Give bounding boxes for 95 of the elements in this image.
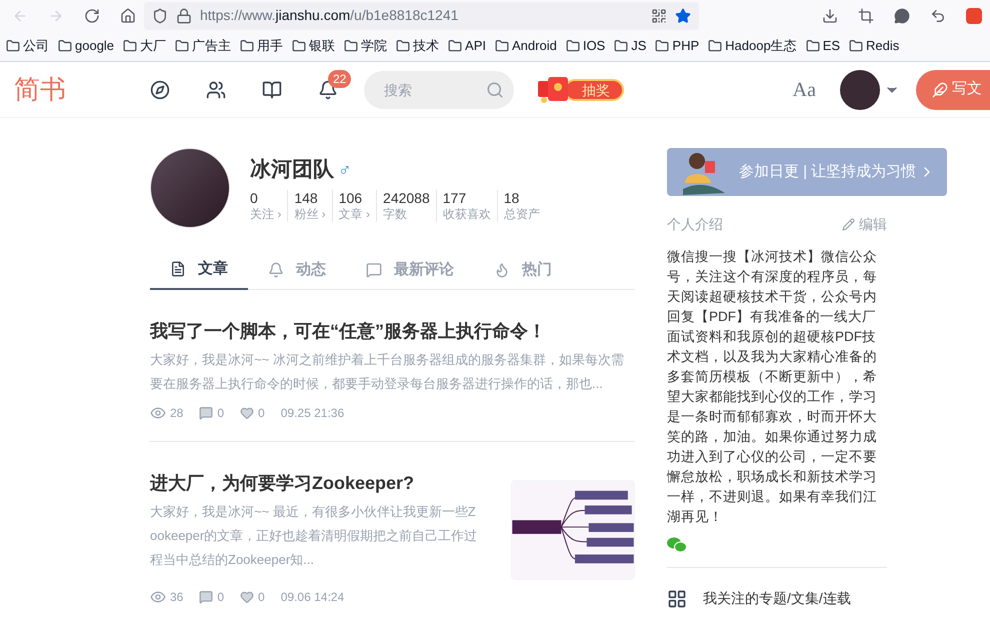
article-title[interactable]: 进大厂，为何要学习Zookeeper? xyxy=(150,472,481,494)
comment-count: 0 xyxy=(217,589,224,606)
users-icon[interactable] xyxy=(206,80,226,100)
heart-icon xyxy=(240,406,254,420)
compass-icon[interactable] xyxy=(150,80,170,100)
shield-icon[interactable] xyxy=(152,8,168,24)
wechat-icon[interactable] xyxy=(667,537,687,553)
pencil-icon[interactable] xyxy=(842,218,855,231)
eye-icon xyxy=(150,589,166,605)
folder-icon xyxy=(806,39,820,53)
folder-icon xyxy=(175,39,190,53)
undo-icon[interactable] xyxy=(930,8,946,24)
folder-icon xyxy=(614,39,628,53)
url-text: https://www.jianshu.com/u/b1e8818c1241 xyxy=(200,6,458,25)
bookmark-item[interactable]: IOS xyxy=(566,36,606,56)
folder-icon xyxy=(344,39,358,53)
like-count: 0 xyxy=(258,589,265,606)
star-icon[interactable] xyxy=(675,8,691,24)
view-count: 28 xyxy=(170,405,184,422)
lock-icon xyxy=(176,8,192,24)
profile-tab[interactable]: 文章 xyxy=(150,250,248,290)
stat-value: 18 xyxy=(504,190,520,206)
folder-icon xyxy=(292,39,306,53)
like-count: 0 xyxy=(258,405,265,422)
banner-text: 参加日更 | 让坚持成为习惯 xyxy=(739,162,916,182)
notification-badge: 22 xyxy=(328,70,352,88)
home-icon[interactable] xyxy=(120,8,136,24)
stat-value: 148 xyxy=(294,190,319,206)
folder-icon xyxy=(495,39,510,53)
article-summary: 大家好，我是冰河~~ 最近，有很多小伙伴让我更新一些Zookeeper的文章，正好也趁着清明假期把之前自己工作过程当中总结的Zookeeper知... xyxy=(150,503,478,569)
chat-icon[interactable] xyxy=(894,8,910,24)
bookmark-item[interactable]: Hadoop生态 xyxy=(708,36,797,56)
heart-icon xyxy=(240,590,254,604)
reload-icon[interactable] xyxy=(84,8,100,24)
publish-time: 09.06 14:24 xyxy=(280,589,344,606)
bookmark-item[interactable]: 银联 xyxy=(292,36,336,56)
stat-value: 0 xyxy=(250,190,259,206)
bookmark-item[interactable]: API xyxy=(448,36,486,56)
extension-icon[interactable] xyxy=(966,8,982,24)
stat-label: 总资产 xyxy=(504,206,540,222)
bookmark-item[interactable]: ES xyxy=(806,36,840,56)
folder-icon xyxy=(396,39,410,53)
comment-icon xyxy=(199,590,214,604)
folder-icon xyxy=(58,39,72,53)
bookmark-item[interactable]: Android xyxy=(495,36,557,56)
folder-icon xyxy=(708,39,722,53)
bookmark-item[interactable]: 技术 xyxy=(396,36,440,56)
bookmark-item[interactable]: 广告主 xyxy=(175,36,232,56)
bookmark-item[interactable]: JS xyxy=(614,36,646,56)
bell-icon xyxy=(268,262,284,278)
view-count: 36 xyxy=(170,589,184,606)
search-field[interactable]: 搜索 xyxy=(364,70,514,108)
folder-icon xyxy=(849,39,864,53)
bookmark-item[interactable]: 大厂 xyxy=(123,36,166,56)
crop-icon[interactable] xyxy=(858,8,874,24)
folder-icon xyxy=(448,39,462,53)
article-summary: 大家好，我是冰河~~ 冰河之前维护着上千台服务器组成的服务器集群，如果每次需要在服务器上执行命令的时候，都要手动登录每台服务器进行操作的话，那也... xyxy=(150,351,625,393)
stat-value: 242088 xyxy=(383,190,430,206)
download-icon[interactable] xyxy=(822,8,838,24)
intro-text: 微信搜一搜【冰河技术】微信公众号，关注这个有深度的程序员，每天阅读超硬核技术干货，公众号内回复【PDF】有我准备的一线大厂面试资料和我原创的超硬核PDF技术文档，以及我为大家精心准备的多套简历模板（不断更新中），希望大家都能找到心仪的工作，学习是一条时而郁郁寡欢，时而开怀大笑的路，加油。如果你通过努力成功进入到了心仪的公司，一定不要懈怠放松，职场成长和新技术学习一样，不进则退。如果有幸我们江湖再见！ xyxy=(667,248,878,526)
gender-mark: ♂ xyxy=(338,158,352,182)
folder-icon xyxy=(123,39,138,53)
stat-value: 106 xyxy=(338,190,364,206)
comment-icon xyxy=(199,406,214,420)
stat-value: 177 xyxy=(442,190,468,206)
document-icon xyxy=(170,261,186,277)
stat-label: 收获喜欢 xyxy=(442,206,491,222)
folder-icon xyxy=(6,39,20,53)
eye-icon xyxy=(150,405,166,421)
subscriptions-link[interactable]: 我关注的专题/文集/连载 xyxy=(703,588,851,609)
user-avatar[interactable] xyxy=(840,70,880,110)
font-size-toggle[interactable]: Aa xyxy=(792,74,816,104)
bookmark-item[interactable]: google xyxy=(58,36,114,56)
feather-icon xyxy=(932,82,948,98)
bookmark-item[interactable]: 学院 xyxy=(344,36,388,56)
user-name: 冰河团队 xyxy=(250,157,334,184)
grid-icon xyxy=(667,588,687,608)
intro-heading: 个人介绍 xyxy=(667,215,723,234)
bookmark-item[interactable]: PHP xyxy=(655,36,700,56)
write-label: 写文 xyxy=(952,79,982,100)
folder-icon xyxy=(240,39,254,53)
bookmark-item[interactable]: 用手 xyxy=(240,36,284,56)
folder-icon xyxy=(655,39,670,53)
folder-icon xyxy=(566,39,580,53)
address-bar[interactable]: https://www.jianshu.com/u/b1e8818c1241 xyxy=(144,2,699,30)
qr-code-icon[interactable] xyxy=(651,8,667,24)
stat-label: 字数 xyxy=(383,206,408,222)
article-title[interactable]: 我写了一个脚本，可在“任意”服务器上执行命令！ xyxy=(150,320,635,342)
bookmark-item[interactable]: 公司 xyxy=(6,36,49,56)
flame-icon xyxy=(494,262,510,278)
publish-time: 09.25 21:36 xyxy=(280,405,344,422)
bookmark-item[interactable]: Redis xyxy=(849,36,900,56)
book-icon[interactable] xyxy=(262,80,282,100)
comment-count: 0 xyxy=(217,405,224,422)
speech-bubble-icon xyxy=(366,262,382,278)
